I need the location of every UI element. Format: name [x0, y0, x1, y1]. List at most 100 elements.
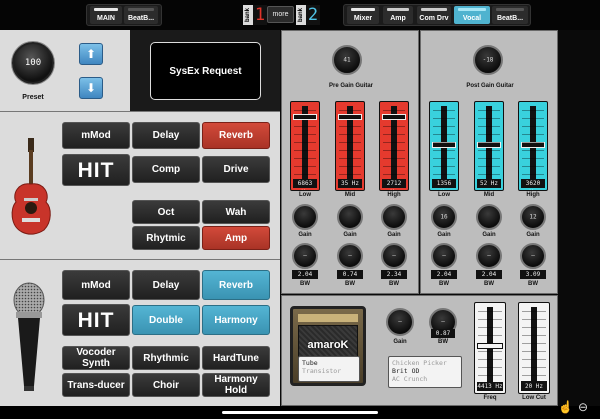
more-label: more: [272, 11, 289, 18]
pre-eq-panel: 41 Pre Gain Guitar 6863 Hz 35 Hz 2712 Hz…: [281, 30, 419, 294]
pre-high-fader[interactable]: 2712 Hz: [379, 101, 409, 191]
guitar-delay-button[interactable]: Delay: [132, 122, 200, 149]
vocal-reverb-button[interactable]: Reverb: [202, 270, 270, 300]
guitar-oct-button[interactable]: Oct: [132, 200, 200, 224]
fader-tick: [433, 166, 455, 167]
vocal-vocoder-synth-button[interactable]: Vocoder Synth: [62, 346, 130, 370]
fader-tick: [522, 174, 544, 175]
vocal-rhythmic-label: Rhythmic: [143, 352, 189, 364]
post-low-bw-knob[interactable]: —: [431, 243, 457, 269]
tab-main[interactable]: MAIN: [90, 6, 122, 24]
preset-knob[interactable]: 100: [12, 42, 54, 84]
vocal-rhythmic-button[interactable]: Rhythmic: [132, 346, 200, 370]
post-high-fader[interactable]: 3620 Hz: [518, 101, 548, 191]
tab-vocal[interactable]: Vocal: [454, 6, 490, 24]
fader-tick: [478, 359, 502, 360]
pre-mid-freq: 35 Hz: [338, 179, 362, 188]
post-low-bw-label: BW: [439, 281, 449, 287]
pre-low-fader[interactable]: 6863 Hz: [290, 101, 320, 191]
amp-type-list[interactable]: Tube Transistor: [298, 356, 360, 382]
fader-tick: [339, 166, 361, 167]
post-mid-bw-knob[interactable]: —: [476, 243, 502, 269]
guitar-wah-button[interactable]: Wah: [202, 200, 270, 224]
post-high-bw-knob[interactable]: —: [520, 243, 546, 269]
amp-freq-fader[interactable]: 4413 Hz: [474, 302, 506, 394]
pre-low-label: Low: [299, 192, 311, 198]
vocal-vocoder-synth-label: Vocoder Synth: [76, 347, 116, 369]
vocal-transducer-label: Trans-ducer: [67, 379, 125, 391]
more-button[interactable]: more: [267, 6, 294, 23]
post-low-gain-value: 16: [440, 213, 448, 221]
sysex-request-button[interactable]: SysEx Request: [150, 42, 261, 100]
fader-tick: [478, 126, 500, 127]
guitar-mmod-button[interactable]: mMod: [62, 122, 130, 149]
fader-tick: [522, 327, 546, 328]
guitar-effects-panel: mMod Delay Reverb HIT Comp Drive Oct Wah…: [0, 112, 280, 260]
amp-type-transistor[interactable]: Transistor: [302, 367, 356, 375]
pre-high-bw-knob[interactable]: —: [381, 243, 407, 269]
tab-com-drv[interactable]: Com Drv: [417, 6, 451, 24]
microphone-icon: [13, 282, 45, 391]
fader-tick: [433, 150, 455, 151]
amp-model-chicken-picker[interactable]: Chicken Picker: [392, 359, 458, 367]
fader-tick: [522, 166, 544, 167]
fader-tick: [383, 166, 405, 167]
post-mid-fader[interactable]: 52 Hz: [474, 101, 504, 191]
vocal-double-button[interactable]: Double: [132, 305, 200, 335]
tab-beatbox-right[interactable]: BeatB...: [492, 6, 528, 24]
vocal-harmony-button[interactable]: Harmony: [202, 305, 270, 335]
bank1-display[interactable]: bank 1: [243, 5, 267, 25]
amp-model-brit-od[interactable]: Brit OD: [392, 367, 458, 375]
tab-beatbox-left[interactable]: BeatB...: [124, 6, 158, 24]
post-low-fader[interactable]: 1356 Hz: [429, 101, 459, 191]
guitar-reverb-button[interactable]: Reverb: [202, 122, 270, 149]
pre-mid-fader[interactable]: 35 Hz: [335, 101, 365, 191]
vocal-hardtune-button[interactable]: HardTune: [202, 346, 270, 370]
amp-model-ac-crunch[interactable]: AC Crunch: [392, 375, 458, 383]
amp-gain-knob[interactable]: —: [386, 308, 414, 336]
pre-mid-bw-knob[interactable]: —: [337, 243, 363, 269]
vocal-harmony-hold-button[interactable]: Harmony Hold: [202, 373, 270, 397]
preset-up-button[interactable]: ⬆: [79, 43, 103, 65]
pre-high-gain-knob[interactable]: [381, 204, 407, 230]
pointer-icon[interactable]: ☝: [558, 400, 573, 414]
bank2-display[interactable]: bank 2: [296, 5, 320, 25]
amp-type-tube[interactable]: Tube: [302, 359, 356, 367]
pre-gain-title: Pre Gain Guitar: [328, 83, 373, 89]
pre-mid-gain-label: Gain: [343, 232, 357, 238]
pre-mid-gain-knob[interactable]: [337, 204, 363, 230]
fader-tick: [433, 142, 455, 143]
guitar-drive-button[interactable]: Drive: [202, 156, 270, 183]
vocal-choir-button[interactable]: Choir: [132, 373, 200, 397]
bank2-label: bank: [296, 5, 306, 25]
post-low-gain-knob[interactable]: 16: [431, 204, 457, 230]
home-indicator[interactable]: [222, 411, 378, 414]
fader-tick: [433, 126, 455, 127]
guitar-hit-button[interactable]: HIT: [62, 154, 130, 186]
vocal-hit-label: HIT: [77, 308, 115, 332]
amp-model-list[interactable]: Chicken Picker Brit OD AC Crunch: [388, 356, 462, 388]
preset-down-button[interactable]: ⬇: [79, 77, 103, 99]
guitar-comp-button[interactable]: Comp: [132, 156, 200, 183]
tab-mixer[interactable]: Mixer: [347, 6, 379, 24]
zoom-out-icon[interactable]: ⊖: [578, 400, 588, 414]
fader-tick: [294, 118, 316, 119]
guitar-amp-button[interactable]: Amp: [202, 226, 270, 250]
pre-low-bw-knob[interactable]: —: [292, 243, 318, 269]
post-mid-gain-knob[interactable]: [476, 204, 502, 230]
tab-main-label: MAIN: [97, 15, 115, 22]
vocal-delay-button[interactable]: Delay: [132, 270, 200, 300]
pre-gain-knob[interactable]: 41: [332, 45, 362, 75]
post-gain-knob[interactable]: -18: [473, 45, 503, 75]
right-margin: [559, 30, 600, 406]
vocal-hit-button[interactable]: HIT: [62, 304, 130, 336]
vocal-transducer-button[interactable]: Trans-ducer: [62, 373, 130, 397]
tab-amp[interactable]: Amp: [383, 6, 413, 24]
post-high-gain-knob[interactable]: 12: [520, 204, 546, 230]
amp-lowcut-fader[interactable]: 20 Hz: [518, 302, 550, 394]
amp-bw-label: BW: [438, 339, 448, 345]
pre-low-gain-knob[interactable]: [292, 204, 318, 230]
vocal-mmod-button[interactable]: mMod: [62, 270, 130, 300]
post-eq-panel: -18 Post Gain Guitar 1356 Hz 52 Hz 3620 …: [420, 30, 558, 294]
guitar-rhytmic-button[interactable]: Rhytmic: [132, 226, 200, 250]
